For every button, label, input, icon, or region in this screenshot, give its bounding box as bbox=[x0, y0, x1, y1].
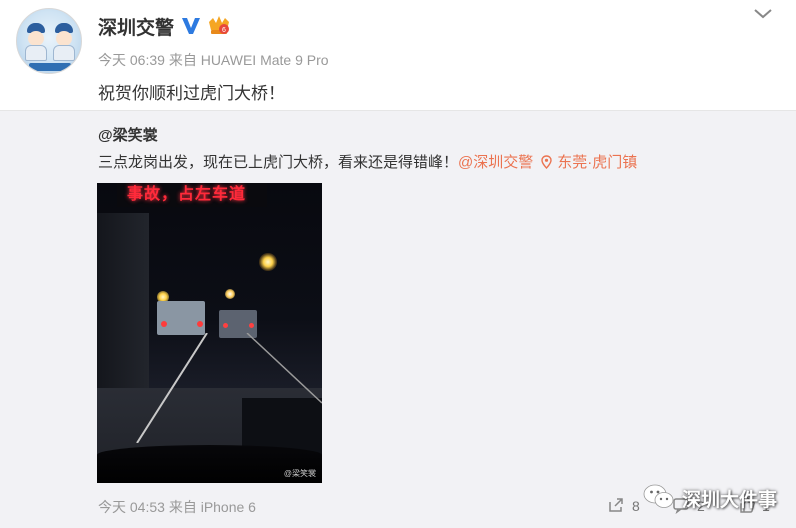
wechat-logo-icon bbox=[643, 484, 674, 508]
repost-photo[interactable]: 事故，占左车道 @梁笑裳 bbox=[97, 183, 322, 483]
wechat-watermark: 深圳大件事 bbox=[636, 480, 796, 520]
photo-street-lamp bbox=[259, 253, 277, 271]
avatar-officer-face bbox=[28, 31, 44, 46]
mention-link[interactable]: @深圳交警 bbox=[458, 154, 533, 171]
photo-street-lamp bbox=[225, 289, 235, 299]
avatar-officer-face bbox=[56, 31, 72, 46]
author-avatar[interactable] bbox=[16, 8, 82, 74]
photo-watermark: @梁笑裳 bbox=[283, 469, 316, 478]
avatar-banner bbox=[29, 63, 71, 71]
location-link[interactable]: 东莞·虎门镇 bbox=[541, 154, 637, 171]
svg-text:6: 6 bbox=[222, 27, 226, 34]
share-icon[interactable] bbox=[607, 496, 625, 514]
photo-tail-light bbox=[249, 323, 254, 328]
photo-tail-light bbox=[223, 323, 228, 328]
verified-v-icon bbox=[182, 18, 200, 34]
crown-icon[interactable]: 6 bbox=[207, 14, 231, 36]
chevron-down-icon[interactable] bbox=[751, 6, 775, 22]
location-label: 东莞·虎门镇 bbox=[557, 154, 638, 171]
repost-text-body: 三点龙岗出发，现在已上虎门大桥，看来还是得错峰！ bbox=[98, 154, 459, 171]
weibo-post: 深圳交警 6 今天 06:39 来自 HUAWEI Mate 9 Pro 祝贺你… bbox=[0, 0, 796, 110]
author-name[interactable]: 深圳交警 bbox=[98, 13, 174, 40]
photo-tail-light bbox=[161, 321, 167, 327]
post-meta: 今天 06:39 来自 HUAWEI Mate 9 Pro bbox=[98, 52, 329, 68]
photo-led-sign: 事故，占左车道 bbox=[117, 183, 267, 207]
repost-text: 三点龙岗出发，现在已上虎门大桥，看来还是得错峰！@深圳交警 东莞·虎门镇 bbox=[98, 151, 637, 172]
avatar-officer-body bbox=[25, 45, 47, 61]
photo-truck bbox=[157, 301, 205, 335]
post-text: 祝贺你顺利过虎门大桥！ bbox=[98, 84, 285, 103]
watermark-text: 深圳大件事 bbox=[682, 490, 778, 511]
photo-lane-lines bbox=[136, 333, 322, 443]
photo-tail-light bbox=[197, 321, 203, 327]
repost-author[interactable]: @梁笑裳 bbox=[98, 124, 158, 145]
repost-meta: 今天 04:53 来自 iPhone 6 bbox=[98, 499, 256, 515]
avatar-officer-body bbox=[53, 45, 75, 61]
map-pin-icon bbox=[541, 155, 552, 169]
